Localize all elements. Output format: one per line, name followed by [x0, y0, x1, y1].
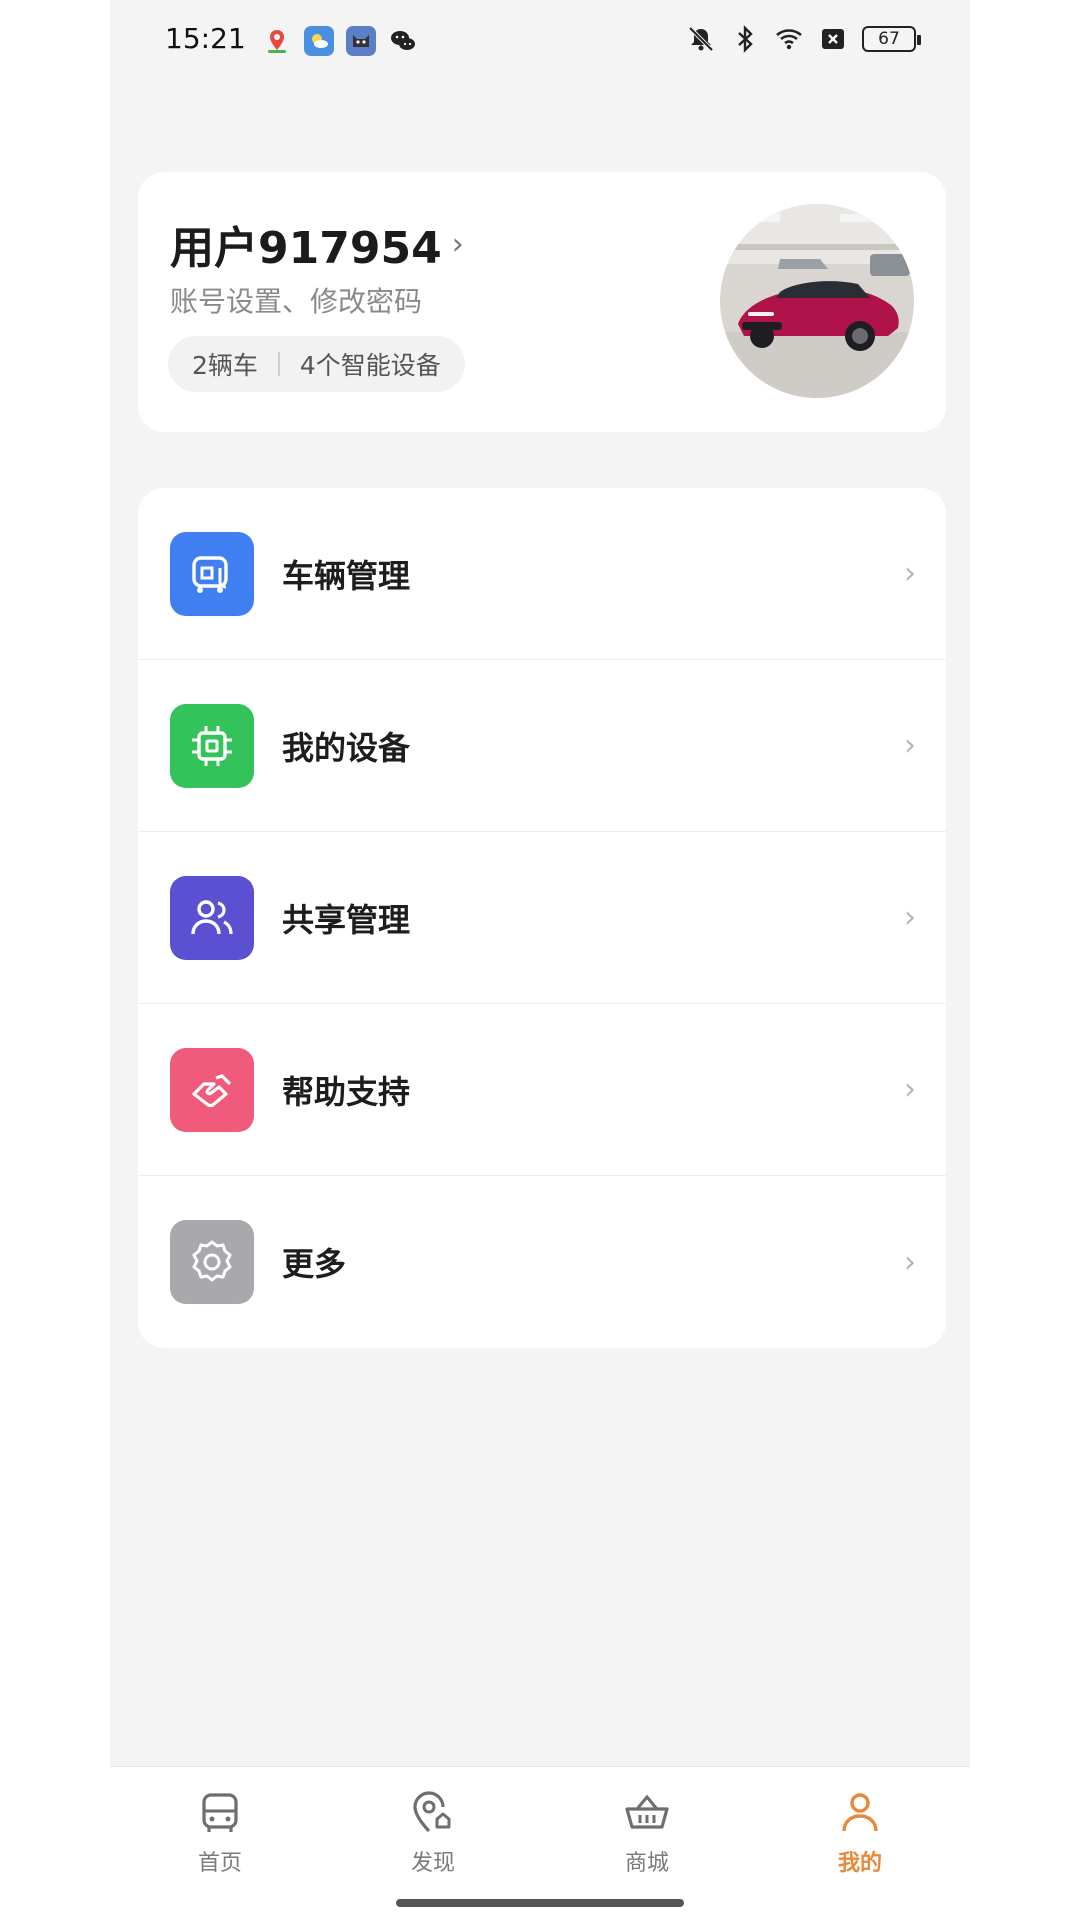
profile-card[interactable]: 用户917954 › 账号设置、修改密码 2辆车 4个智能设备 — [138, 172, 946, 432]
nav-label-home: 首页 — [197, 1851, 242, 1876]
chevron-right-icon: › — [451, 226, 464, 262]
nav-tab-mine[interactable]: 我的 — [800, 1787, 920, 1877]
status-bar: 15:21 67 — [110, 0, 970, 80]
bottom-nav: 首页 发现 商城 我的 — [110, 1766, 970, 1920]
chevron-right-icon: › — [904, 728, 916, 763]
mute-bell-icon — [688, 26, 714, 52]
home-indicator[interactable] — [396, 1899, 684, 1907]
menu-item-vehicle-management[interactable]: 车辆管理 › — [138, 488, 946, 660]
stats-pill[interactable]: 2辆车 4个智能设备 — [168, 336, 465, 392]
chip-icon — [170, 703, 254, 788]
handshake-icon — [170, 1047, 254, 1132]
status-time: 15:21 — [165, 22, 246, 55]
no-sim-icon — [822, 29, 844, 49]
avatar[interactable] — [720, 204, 914, 398]
chevron-right-icon: › — [904, 1072, 916, 1107]
chevron-right-icon: › — [904, 900, 916, 935]
nav-label-discover: 发现 — [410, 1851, 455, 1876]
menu-label-vehicle-management: 车辆管理 — [282, 556, 411, 595]
pill-divider — [277, 352, 280, 376]
gear-icon — [170, 1220, 254, 1304]
status-system-icons: 67 — [686, 24, 921, 54]
menu-label-my-devices: 我的设备 — [282, 728, 411, 767]
car-front-icon — [202, 1793, 238, 1832]
maps-pin-icon — [262, 26, 292, 56]
status-app-icons — [262, 26, 418, 56]
battery-level: 67 — [878, 29, 900, 49]
device-count: 4个智能设备 — [299, 351, 441, 380]
vehicle-icon — [170, 531, 254, 616]
weather-icon — [304, 26, 334, 56]
menu-label-help-support: 帮助支持 — [282, 1072, 411, 1111]
nav-tab-discover[interactable]: 发现 — [373, 1787, 493, 1877]
account-settings-link[interactable]: 账号设置、修改密码 — [170, 280, 422, 320]
battery-indicator: 67 — [862, 26, 921, 52]
nav-tab-shop[interactable]: 商城 — [587, 1787, 707, 1877]
bluetooth-icon — [738, 25, 753, 53]
user-name-row[interactable]: 用户917954 › — [170, 212, 464, 276]
chevron-right-icon: › — [904, 556, 916, 591]
cat-app-icon — [346, 26, 376, 56]
discover-icon — [413, 1791, 451, 1833]
app-screen: 15:21 67 用户917954 › 账号设置、修改密码 2辆车 4个智能设备… — [110, 0, 970, 1920]
nav-label-shop: 商城 — [624, 1851, 669, 1876]
menu-label-more: 更多 — [282, 1245, 347, 1283]
users-icon — [170, 875, 254, 960]
person-icon — [842, 1793, 878, 1832]
nav-tab-home[interactable]: 首页 — [160, 1787, 280, 1877]
menu-item-my-devices[interactable]: 我的设备 › — [138, 660, 946, 832]
chevron-right-icon: › — [904, 1244, 916, 1280]
menu-item-sharing-management[interactable]: 共享管理 › — [138, 832, 946, 1004]
user-name: 用户917954 — [170, 223, 442, 274]
wifi-icon — [776, 29, 802, 50]
menu-item-help-support[interactable]: 帮助支持 › — [138, 1004, 946, 1176]
menu-card: 车辆管理 › 我的设备 › 共享管理 › 帮助支持 › 更多 › — [138, 488, 946, 1348]
menu-item-more[interactable]: 更多 › — [138, 1176, 946, 1348]
wechat-icon — [388, 26, 418, 56]
menu-label-sharing-management: 共享管理 — [282, 900, 411, 939]
nav-label-mine: 我的 — [837, 1851, 882, 1876]
basket-icon — [625, 1794, 669, 1829]
vehicle-count: 2辆车 — [192, 351, 258, 380]
